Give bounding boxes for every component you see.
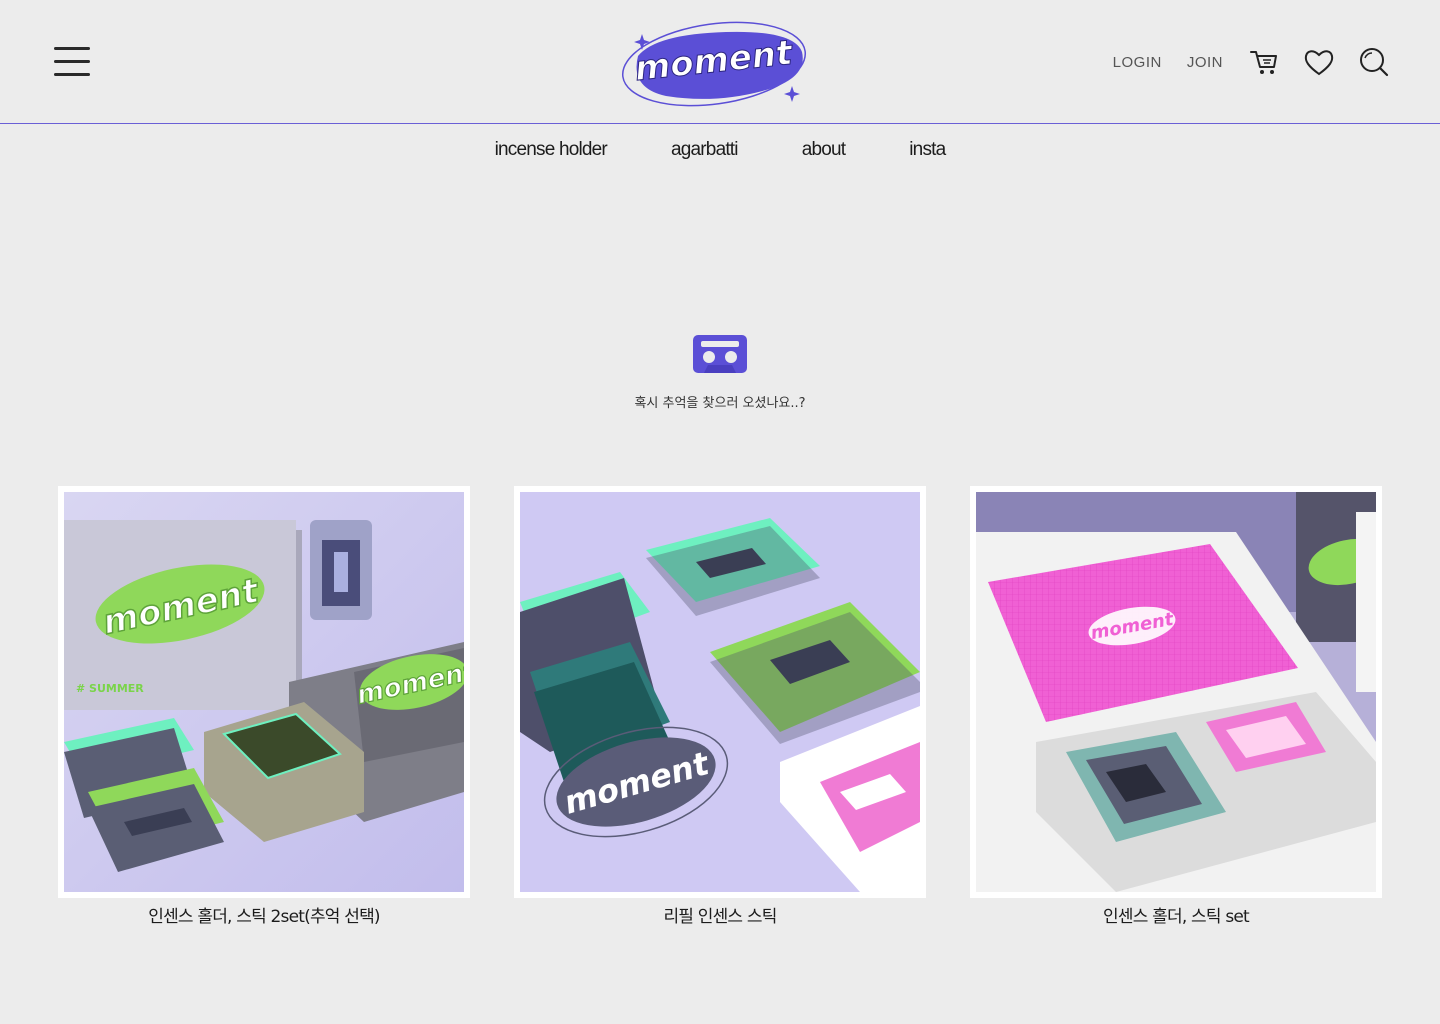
- product-image: moment: [520, 492, 920, 892]
- search-icon[interactable]: [1358, 46, 1390, 78]
- login-link[interactable]: LOGIN: [1113, 54, 1162, 71]
- product-image-frame[interactable]: moment: [514, 486, 926, 898]
- product-card[interactable]: moment 리필 인센스 스틱: [514, 486, 926, 927]
- product-name[interactable]: 리필 인센스 스틱: [514, 902, 926, 927]
- product-image-frame[interactable]: moment # SUMMER moment: [58, 486, 470, 898]
- product-card[interactable]: moment 인센스 홀더, 스틱 set: [970, 486, 1382, 927]
- heart-icon[interactable]: [1303, 46, 1335, 78]
- cassette-icon: [692, 333, 748, 375]
- site-header: moment LOGIN JOIN: [0, 0, 1440, 124]
- cart-icon[interactable]: [1248, 46, 1280, 78]
- nav-item-about[interactable]: about: [802, 139, 846, 161]
- hero-tagline: 혹시 추억을 찾으러 오셨나요..?: [634, 396, 806, 411]
- nav-item-incense-holder[interactable]: incense holder: [495, 139, 608, 161]
- product-image-frame[interactable]: moment: [970, 486, 1382, 898]
- site-logo[interactable]: moment: [616, 16, 812, 108]
- product-image: moment: [976, 492, 1376, 892]
- svg-text:# SUMMER: # SUMMER: [76, 682, 144, 695]
- nav-item-agarbatti[interactable]: agarbatti: [671, 139, 739, 161]
- product-image: moment # SUMMER moment: [64, 492, 464, 892]
- product-name[interactable]: 인센스 홀더, 스틱 set: [970, 902, 1382, 927]
- product-name[interactable]: 인센스 홀더, 스틱 2set(추억 선택): [58, 902, 470, 927]
- product-card[interactable]: moment # SUMMER moment 인센스 홀더, 스틱 2set(추…: [58, 486, 470, 927]
- join-link[interactable]: JOIN: [1187, 54, 1223, 71]
- header-actions: LOGIN JOIN: [1113, 44, 1390, 80]
- nav-item-insta[interactable]: insta: [909, 139, 946, 161]
- main-nav: incense holder agarbatti about insta: [0, 124, 1440, 176]
- menu-icon[interactable]: [54, 45, 90, 77]
